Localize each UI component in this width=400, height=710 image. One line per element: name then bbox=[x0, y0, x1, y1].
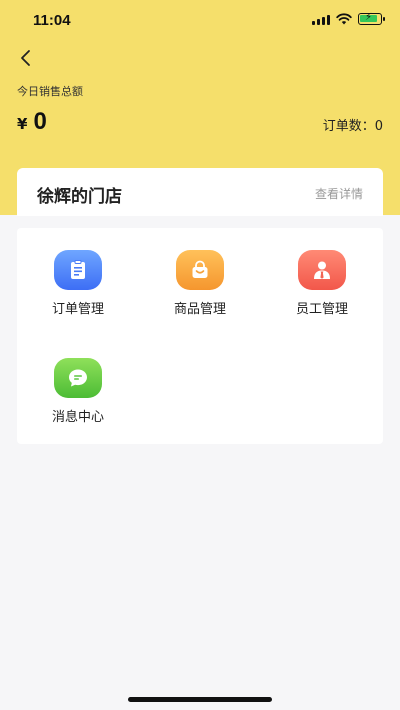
battery-icon: ⚡ bbox=[358, 12, 385, 25]
menu-item-goods-management[interactable]: 商品管理 bbox=[150, 250, 250, 317]
employee-icon bbox=[298, 250, 346, 290]
menu-item-staff-management[interactable]: 员工管理 bbox=[272, 250, 372, 317]
menu-item-message-center[interactable]: 消息中心 bbox=[28, 358, 128, 425]
menu-label-staff-management: 员工管理 bbox=[295, 302, 348, 317]
wifi-icon bbox=[336, 13, 352, 25]
menu-label-order-management: 订单管理 bbox=[51, 302, 104, 317]
sales-total-amount: ¥ 0 bbox=[17, 108, 47, 136]
chevron-left-icon bbox=[21, 50, 30, 66]
home-indicator[interactable] bbox=[128, 697, 272, 702]
menu-item-order-management[interactable]: 订单管理 bbox=[28, 250, 128, 317]
order-count: 订单数：0 bbox=[323, 115, 383, 134]
menu-label-goods-management: 商品管理 bbox=[173, 302, 226, 317]
store-name: 徐辉的门店 bbox=[37, 187, 122, 207]
shopping-bag-icon bbox=[176, 250, 224, 290]
message-icon bbox=[54, 358, 102, 398]
menu-grid: 订单管理 商品管理 员工管理 消息中心 bbox=[17, 228, 383, 444]
order-count-label: 订单数： bbox=[322, 119, 375, 134]
menu-label-message-center: 消息中心 bbox=[51, 410, 104, 425]
status-icons: ⚡ bbox=[312, 12, 385, 25]
order-count-value: 0 bbox=[374, 119, 383, 134]
cellular-signal-icon bbox=[312, 13, 330, 25]
back-button[interactable] bbox=[14, 46, 38, 70]
view-details-link[interactable]: 查看详情 bbox=[315, 185, 363, 202]
sales-total-value: 0 bbox=[33, 108, 47, 135]
sales-total-label: 今日销售总额 bbox=[17, 85, 83, 98]
status-bar: 11:04 ⚡ bbox=[0, 0, 400, 40]
status-time: 11:04 bbox=[33, 12, 71, 29]
clipboard-icon bbox=[54, 250, 102, 290]
store-card: 徐辉的门店 查看详情 bbox=[17, 168, 383, 216]
currency-symbol: ¥ bbox=[17, 115, 28, 133]
